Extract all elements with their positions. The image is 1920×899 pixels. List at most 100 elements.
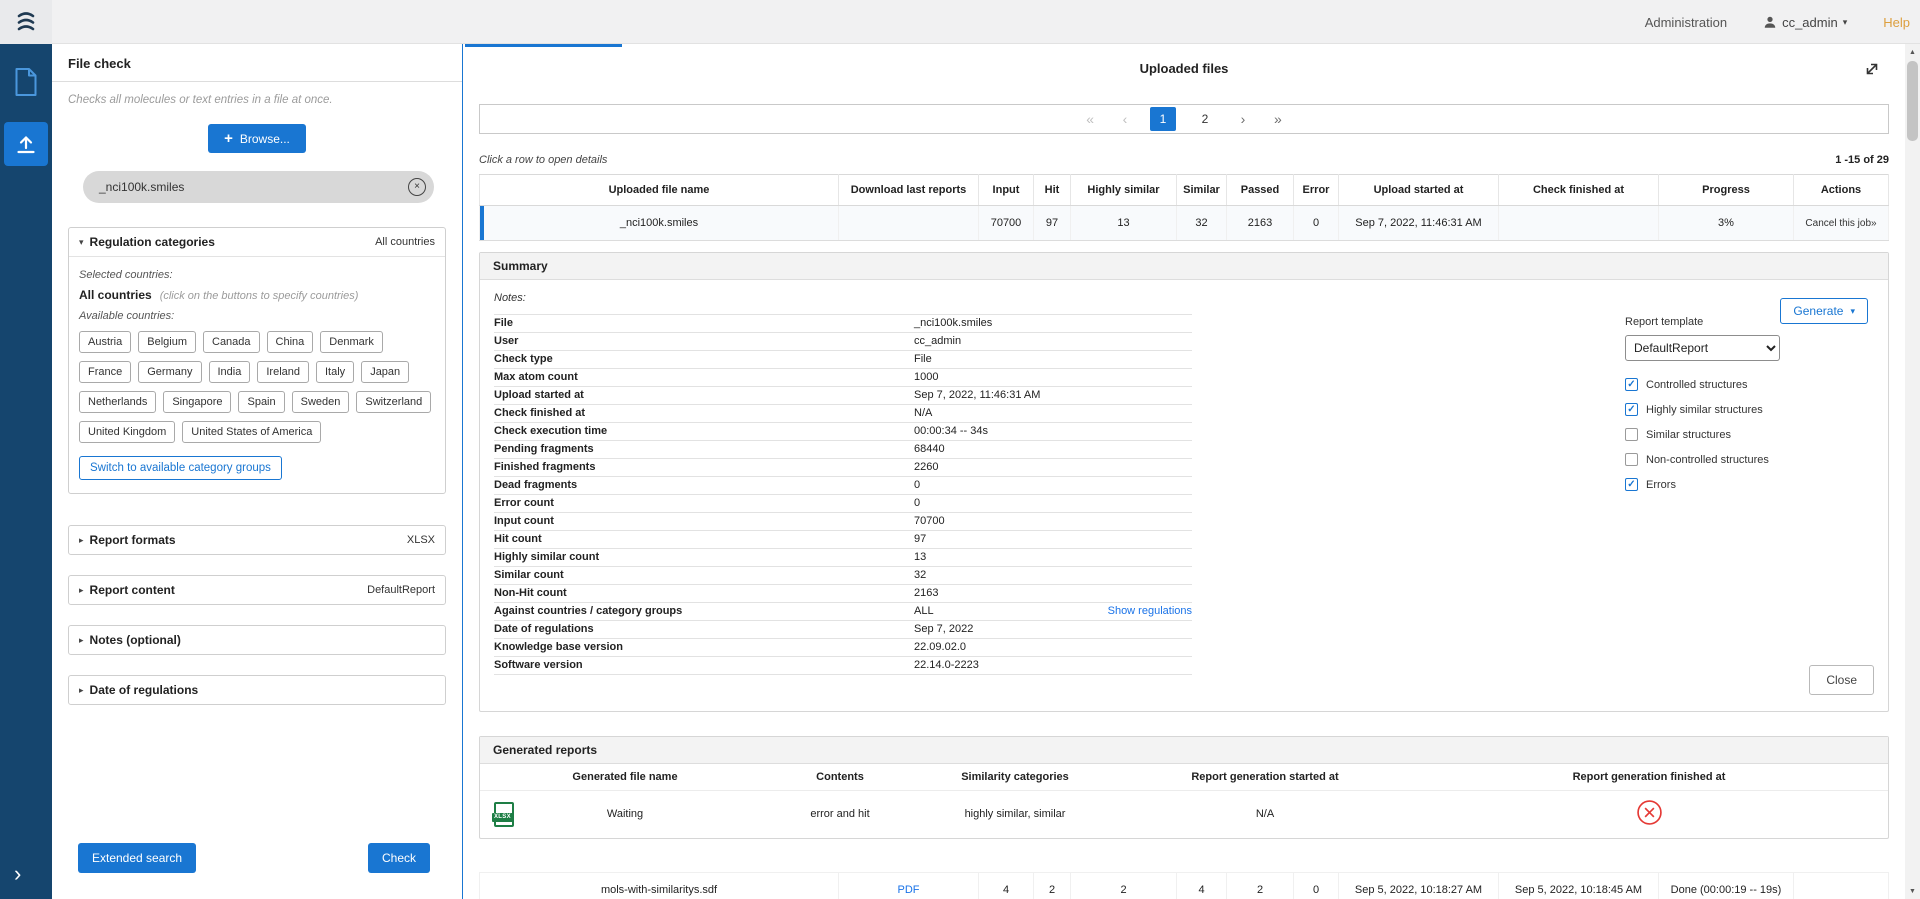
country-button-belgium[interactable]: Belgium (138, 331, 196, 353)
generated-reports-panel: Generated reports Generated file name Co… (479, 736, 1889, 839)
country-button-japan[interactable]: Japan (361, 361, 409, 383)
previous-page-button[interactable]: ‹ (1116, 110, 1134, 128)
scroll-up-button[interactable]: ▲ (1905, 44, 1920, 60)
panel-title: File check (68, 56, 446, 71)
country-button-spain[interactable]: Spain (238, 391, 284, 413)
page-button-2[interactable]: 2 (1192, 107, 1218, 131)
report-content-header[interactable]: ▸ Report content DefaultReport (69, 576, 445, 604)
cell-download (839, 206, 979, 241)
cancel-job-link[interactable]: Cancel this job» (1805, 218, 1876, 229)
checkbox-box[interactable]: ✓ (1625, 428, 1638, 441)
country-button-switzerland[interactable]: Switzerland (356, 391, 431, 413)
next-page-button[interactable]: › (1234, 110, 1252, 128)
close-button[interactable]: Close (1809, 665, 1874, 695)
section-title: Report content (90, 583, 368, 597)
page-button-1[interactable]: 1 (1150, 107, 1176, 131)
cell-progress: 3% (1659, 206, 1794, 241)
notes-header[interactable]: ▸ Notes (optional) (69, 626, 445, 654)
show-regulations-link[interactable]: Show regulations (1108, 604, 1192, 619)
switch-category-groups-button[interactable]: Switch to available category groups (79, 456, 282, 480)
user-name: cc_admin (1782, 15, 1838, 30)
table-row[interactable]: mols-with-similaritys.sdf PDF 4 2 2 4 2 … (480, 873, 1889, 899)
report-template-select[interactable]: DefaultReport (1625, 335, 1780, 361)
cancel-report-button[interactable] (1636, 799, 1663, 829)
vertical-scrollbar[interactable]: ▲ ▼ (1905, 44, 1920, 899)
summary-key: Hit count (494, 532, 914, 547)
summary-value: 22.14.0-2223 (914, 658, 1192, 673)
cell-actions (1794, 873, 1889, 899)
xlsx-icon-label: XLSX (492, 813, 513, 822)
caret-down-icon: ▾ (1850, 306, 1855, 317)
country-button-singapore[interactable]: Singapore (163, 391, 231, 413)
checkbox-errors[interactable]: ✓ Errors (1625, 478, 1780, 491)
country-button-sweden[interactable]: Sweden (292, 391, 350, 413)
regulation-categories-header[interactable]: ▾ Regulation categories All countries (69, 228, 445, 257)
administration-menu[interactable]: Administration (1645, 15, 1727, 30)
date-of-regulations-header[interactable]: ▸ Date of regulations (69, 676, 445, 704)
country-button-ireland[interactable]: Ireland (257, 361, 309, 383)
country-button-netherlands[interactable]: Netherlands (79, 391, 156, 413)
checkbox-box[interactable]: ✓ (1625, 453, 1638, 466)
checkbox-label: Similar structures (1646, 429, 1731, 441)
col-download-last-reports: Download last reports (839, 175, 979, 206)
checkbox-controlled-structures[interactable]: ✓ Controlled structures (1625, 378, 1780, 391)
plus-icon: + (224, 131, 233, 146)
summary-row-input-count: Input count70700 (494, 513, 1192, 531)
cell-input: 70700 (979, 206, 1034, 241)
country-button-france[interactable]: France (79, 361, 131, 383)
caret-right-icon: ▸ (79, 635, 84, 646)
result-range: 1 -15 of 29 (1835, 154, 1889, 166)
summary-value: 13 (914, 550, 1192, 565)
checkbox-box[interactable]: ✓ (1625, 478, 1638, 491)
country-button-united-kingdom[interactable]: United Kingdom (79, 421, 175, 443)
scrollbar-thumb[interactable] (1907, 61, 1918, 141)
scroll-down-button[interactable]: ▼ (1905, 883, 1920, 899)
browse-button[interactable]: + Browse... (208, 124, 306, 153)
checkbox-non-controlled-structures[interactable]: ✓ Non-controlled structures (1625, 453, 1780, 466)
cell-passed: 2 (1227, 873, 1294, 899)
file-check-panel: File check Checks all molecules or text … (52, 44, 463, 899)
checkbox-label: Errors (1646, 479, 1676, 491)
section-title: Regulation categories (90, 235, 376, 249)
summary-key: Check execution time (494, 424, 914, 439)
last-page-button[interactable]: » (1268, 110, 1288, 128)
country-button-china[interactable]: China (267, 331, 314, 353)
table-row-selected[interactable]: _nci100k.smiles 70700 97 13 32 2163 0 Se… (480, 206, 1889, 241)
nav-item-product[interactable] (6, 62, 46, 102)
file-upload-icon (14, 132, 38, 156)
summary-value: Sep 7, 2022 (914, 622, 1192, 637)
report-formats-header[interactable]: ▸ Report formats XLSX (69, 526, 445, 554)
nav-item-file-check[interactable] (4, 122, 48, 166)
user-menu[interactable]: cc_admin ▾ (1763, 15, 1847, 30)
clear-file-icon[interactable]: × (408, 178, 426, 196)
country-button-austria[interactable]: Austria (79, 331, 131, 353)
help-link[interactable]: Help (1883, 15, 1910, 30)
checkbox-similar-structures[interactable]: ✓ Similar structures (1625, 428, 1780, 441)
col-uploaded-file-name: Uploaded file name (480, 175, 839, 206)
cell-hit: 2 (1034, 873, 1071, 899)
checkbox-highly-similar-structures[interactable]: ✓ Highly similar structures (1625, 403, 1780, 416)
extended-search-button[interactable]: Extended search (78, 843, 196, 873)
country-button-denmark[interactable]: Denmark (320, 331, 383, 353)
generate-button[interactable]: Generate ▾ (1780, 298, 1868, 324)
summary-key: Finished fragments (494, 460, 914, 475)
expand-view-button[interactable] (1863, 60, 1881, 81)
checkbox-box[interactable]: ✓ (1625, 378, 1638, 391)
first-page-button[interactable]: « (1080, 110, 1100, 128)
country-button-italy[interactable]: Italy (316, 361, 354, 383)
col-hit: Hit (1034, 175, 1071, 206)
caret-down-icon: ▾ (79, 237, 84, 248)
country-button-canada[interactable]: Canada (203, 331, 260, 353)
summary-row-hit-count: Hit count97 (494, 531, 1192, 549)
country-button-usa[interactable]: United States of America (182, 421, 321, 443)
cell-progress: Done (00:00:19 -- 19s) (1659, 873, 1794, 899)
expand-sidebar-chevron[interactable]: › (14, 863, 21, 885)
app-logo[interactable] (0, 0, 52, 44)
col-error: Error (1294, 175, 1339, 206)
summary-row-knowledge-base-version: Knowledge base version22.09.02.0 (494, 639, 1192, 657)
checkbox-box[interactable]: ✓ (1625, 403, 1638, 416)
country-button-germany[interactable]: Germany (138, 361, 201, 383)
check-button[interactable]: Check (368, 843, 430, 873)
country-button-india[interactable]: India (209, 361, 251, 383)
pdf-download-link[interactable]: PDF (898, 884, 920, 896)
